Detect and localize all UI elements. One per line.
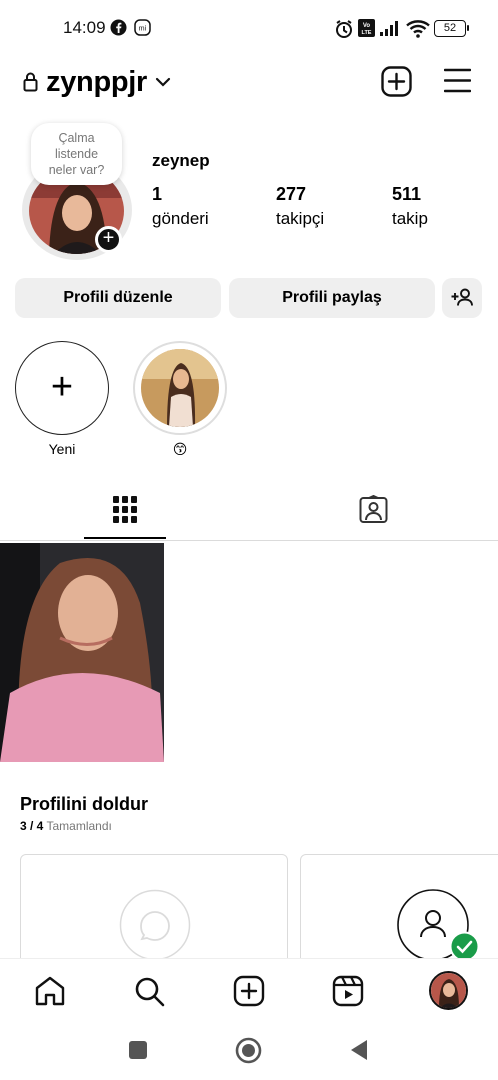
complete-profile-title: Profilini doldur bbox=[20, 794, 148, 814]
home-icon[interactable] bbox=[32, 973, 68, 1009]
add-person-icon bbox=[451, 288, 473, 306]
complete-profile-progress: 3 / 4 Tamamlandı bbox=[20, 819, 112, 833]
add-story-icon[interactable]: + bbox=[95, 226, 122, 253]
profile-avatar[interactable] bbox=[429, 971, 468, 1010]
share-profile-button[interactable]: Profili paylaş bbox=[229, 278, 435, 318]
create-icon[interactable] bbox=[231, 973, 267, 1009]
battery-level: 52 bbox=[443, 22, 457, 34]
system-navigation-bar bbox=[0, 1024, 498, 1080]
home-button[interactable] bbox=[235, 1037, 262, 1064]
note-line: Çalma bbox=[58, 131, 95, 145]
search-icon[interactable] bbox=[131, 973, 167, 1009]
bio-icon bbox=[119, 889, 191, 961]
stat-number: 1 bbox=[152, 184, 163, 204]
status-bar: 14:09 mi Vo LTE 52 bbox=[0, 0, 498, 58]
note-line: listende bbox=[54, 147, 99, 161]
highlight-label: 😙 bbox=[172, 441, 188, 457]
wifi-icon bbox=[406, 20, 430, 38]
back-button[interactable] bbox=[349, 1039, 368, 1061]
status-time: 14:09 bbox=[63, 18, 106, 37]
new-highlight-button[interactable]: + bbox=[15, 341, 109, 435]
svg-text:mi: mi bbox=[139, 26, 147, 33]
chevron-down-icon[interactable] bbox=[155, 76, 171, 88]
account-switcher[interactable]: zynppjr bbox=[46, 66, 147, 99]
recents-button[interactable] bbox=[129, 1041, 147, 1059]
stat-following[interactable]: 511 takip bbox=[392, 184, 428, 229]
svg-text:Vo: Vo bbox=[363, 23, 371, 29]
signal-icon bbox=[380, 21, 398, 36]
display-name: zeynep bbox=[152, 151, 210, 170]
progress-label: Tamamlandı bbox=[46, 819, 112, 833]
tab-divider bbox=[0, 540, 498, 541]
volte-icon: Vo LTE bbox=[358, 19, 375, 37]
grid-icon[interactable] bbox=[113, 496, 137, 523]
stat-followers[interactable]: 277 takipçi bbox=[276, 184, 324, 229]
stat-number: 277 bbox=[276, 184, 307, 204]
stat-number: 511 bbox=[392, 184, 422, 204]
active-tab-indicator bbox=[84, 537, 166, 539]
tagged-icon[interactable] bbox=[359, 495, 388, 524]
highlight-label: Yeni bbox=[48, 441, 76, 457]
alarm-icon bbox=[336, 20, 352, 38]
facebook-icon bbox=[110, 19, 127, 36]
highlight-cover[interactable] bbox=[141, 349, 219, 427]
note-bubble[interactable]: Çalma listende neler var? bbox=[31, 123, 122, 185]
plus-icon: + bbox=[50, 366, 74, 408]
svg-text:LTE: LTE bbox=[362, 30, 372, 36]
note-line: neler var? bbox=[48, 163, 105, 177]
edit-profile-button[interactable]: Profili düzenle bbox=[15, 278, 221, 318]
progress-count: 3 / 4 bbox=[20, 819, 44, 833]
battery-icon: 52 bbox=[434, 20, 469, 37]
stat-label: takipçi bbox=[276, 209, 325, 228]
stat-posts[interactable]: 1 gönderi bbox=[152, 184, 209, 229]
lock-icon bbox=[23, 72, 38, 92]
create-icon[interactable] bbox=[381, 66, 412, 97]
post-thumbnail[interactable] bbox=[0, 543, 164, 762]
mi-icon: mi bbox=[134, 19, 151, 36]
profile-header: zynppjr bbox=[0, 58, 498, 108]
stat-label: gönderi bbox=[152, 209, 209, 228]
discover-people-button[interactable] bbox=[442, 278, 482, 318]
reels-icon[interactable] bbox=[330, 973, 366, 1009]
stat-label: takip bbox=[392, 209, 428, 228]
bottom-navigation bbox=[0, 958, 498, 1024]
menu-icon[interactable] bbox=[444, 68, 471, 93]
